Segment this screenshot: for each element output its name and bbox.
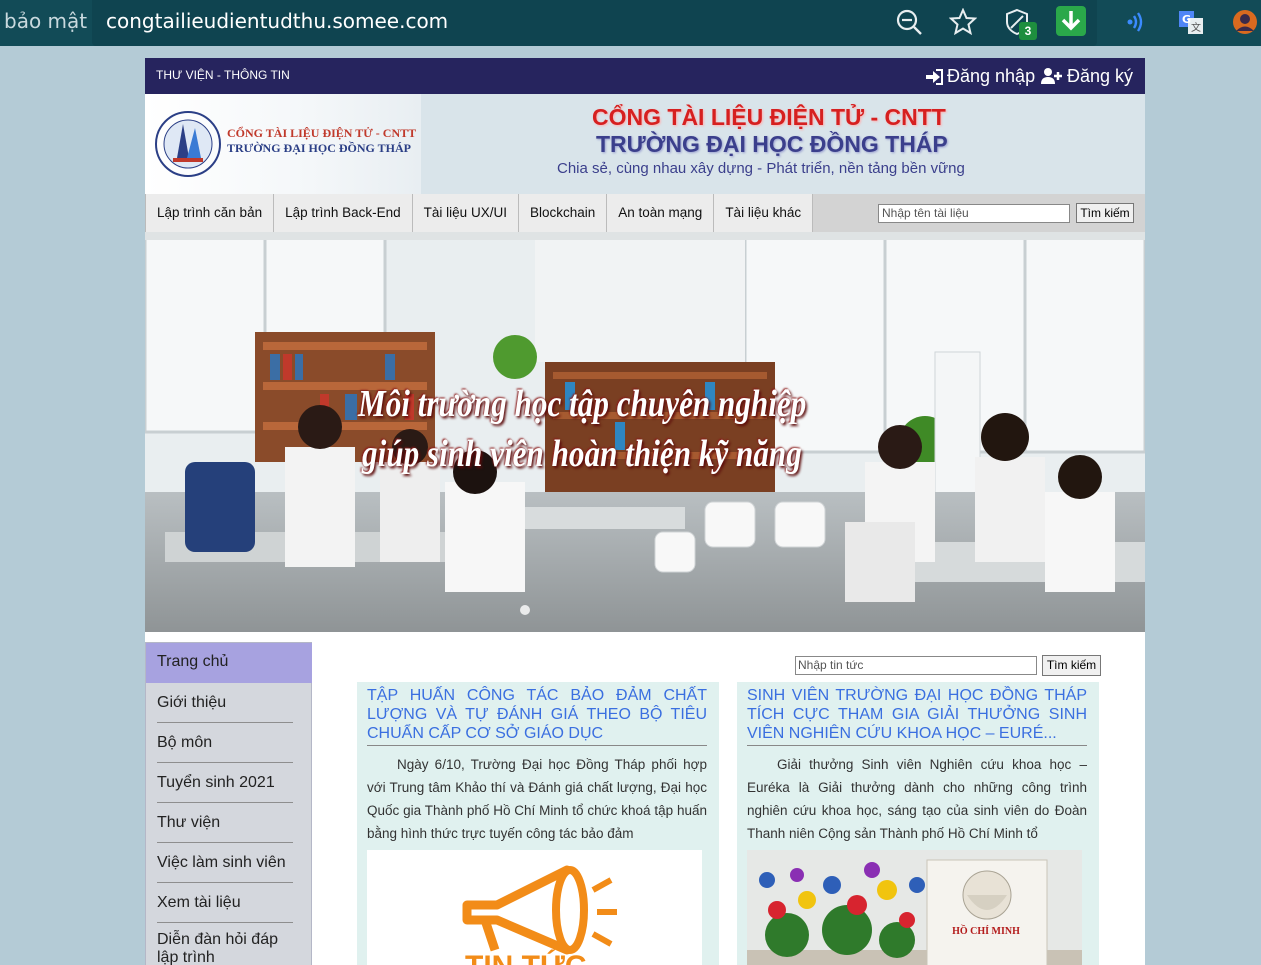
news-excerpt: Giải thưởng Sinh viên Nghiên cứu khoa họ…: [747, 757, 1087, 841]
news-card[interactable]: SINH VIÊN TRƯỜNG ĐẠI HỌC ĐỒNG THÁP TÍCH …: [737, 682, 1099, 965]
sidebar-item-forum[interactable]: Diễn đàn hỏi đáp lập trình: [157, 923, 293, 965]
login-link[interactable]: Đăng nhập: [925, 66, 1035, 87]
document-search-input[interactable]: Nhập tên tài liệu: [878, 204, 1070, 223]
sidebar-item-view-documents[interactable]: Xem tài liệu: [157, 883, 293, 923]
sidebar-item-about[interactable]: Giới thiệu: [157, 683, 293, 723]
svg-text:G: G: [1182, 13, 1191, 26]
nav-item-other-docs[interactable]: Tài liệu khác: [714, 194, 814, 232]
sidebar-item-admissions[interactable]: Tuyển sinh 2021: [157, 763, 293, 803]
nav-item-ux-ui[interactable]: Tài liệu UX/UI: [413, 194, 519, 232]
nav-item-basic-programming[interactable]: Lập trình căn bản: [145, 194, 275, 232]
book-cover-title: HỒ CHÍ MINH: [952, 926, 1020, 937]
top-bar: THƯ VIỆN - THÔNG TIN Đăng nhập Đăng ký: [145, 58, 1145, 94]
profile-avatar-icon[interactable]: [1231, 8, 1259, 36]
nav-item-network-security[interactable]: An toàn mạng: [607, 194, 715, 232]
login-label: Đăng nhập: [947, 66, 1036, 86]
hero-banner: Môi trường học tập chuyên nghiệp giúp si…: [145, 232, 1145, 632]
url-text: congtailieudientudthu.somee.com: [106, 9, 449, 33]
read-aloud-icon[interactable]: [1122, 8, 1150, 36]
download-icon[interactable]: [1056, 6, 1086, 36]
website-page: THƯ VIỆN - THÔNG TIN Đăng nhập Đăng ký C…: [145, 58, 1145, 965]
register-label: Đăng ký: [1067, 66, 1134, 86]
browser-address-bar: bảo mật congtailieudientudthu.somee.com …: [0, 0, 1261, 46]
nav-menu: Lập trình căn bản Lập trình Back-End Tài…: [145, 194, 814, 232]
site-subtitle: TRƯỜNG ĐẠI HỌC ĐỒNG THÁP: [596, 131, 948, 157]
logo-line1: CỔNG TÀI LIỆU ĐIỆN TỬ - CNTT: [227, 126, 417, 140]
logo-line2: TRƯỜNG ĐẠI HỌC ĐỒNG THÁP: [227, 141, 412, 155]
sidebar-item-library[interactable]: Thư viện: [157, 803, 293, 843]
site-header: CỔNG TÀI LIỆU ĐIỆN TỬ - CNTT TRƯỜNG ĐẠI …: [145, 94, 1145, 194]
security-label[interactable]: bảo mật: [4, 9, 87, 33]
news-excerpt: Ngày 6/10, Trường Đại học Đồng Tháp phối…: [367, 757, 707, 841]
banner-headline-line2: giúp sinh viên hoàn thiện kỹ năng: [362, 433, 802, 475]
login-icon: [926, 69, 943, 85]
sidebar-item-jobs[interactable]: Việc làm sinh viên: [157, 843, 293, 883]
zoom-out-icon[interactable]: [895, 8, 923, 36]
news-thumbnail[interactable]: TIN TỨC: [367, 850, 702, 965]
site-logo[interactable]: CỔNG TÀI LIỆU ĐIỆN TỬ - CNTT TRƯỜNG ĐẠI …: [145, 94, 421, 194]
site-slogan: Chia sẻ, cùng nhau xây dựng - Phát triển…: [557, 160, 965, 177]
news-search-button[interactable]: Tìm kiếm: [1042, 655, 1101, 676]
news-card[interactable]: TẬP HUẤN CÔNG TÁC BẢO ĐẢM CHẤT LƯỢNG VÀ …: [357, 682, 719, 965]
topbar-title: THƯ VIỆN - THÔNG TIN: [156, 68, 290, 82]
university-emblem-icon: [155, 111, 221, 177]
translate-icon[interactable]: G文: [1177, 8, 1205, 36]
site-title: CỔNG TÀI LIỆU ĐIỆN TỬ - CNTT: [592, 104, 946, 130]
banner-headline-line1: Môi trường học tập chuyên nghiệp: [358, 383, 807, 425]
extension-badge: 3: [1019, 22, 1037, 40]
main-nav: Lập trình căn bản Lập trình Back-End Tài…: [145, 194, 1145, 232]
bookmark-star-icon[interactable]: [949, 8, 977, 36]
document-search-button[interactable]: Tìm kiếm: [1076, 203, 1134, 223]
svg-text:文: 文: [1191, 21, 1201, 34]
flowers-and-book-photo: [747, 850, 1082, 965]
news-title[interactable]: SINH VIÊN TRƯỜNG ĐẠI HỌC ĐỒNG THÁP TÍCH …: [747, 686, 1087, 746]
url-input[interactable]: congtailieudientudthu.somee.com: [92, 0, 1097, 46]
nav-item-blockchain[interactable]: Blockchain: [519, 194, 608, 232]
nav-item-backend[interactable]: Lập trình Back-End: [274, 194, 413, 232]
megaphone-icon: [462, 865, 617, 955]
news-title[interactable]: TẬP HUẤN CÔNG TÁC BẢO ĐẢM CHẤT LƯỢNG VÀ …: [367, 686, 707, 746]
add-user-icon: [1041, 68, 1062, 84]
news-thumbnail[interactable]: HỒ CHÍ MINH: [747, 850, 1082, 965]
news-thumbnail-label: TIN TỨC: [465, 950, 587, 965]
sidebar-menu: Trang chủ Giới thiệu Bộ môn Tuyển sinh 2…: [145, 642, 312, 965]
sidebar-item-departments[interactable]: Bộ môn: [157, 723, 293, 763]
news-search-input[interactable]: Nhập tin tức: [795, 656, 1037, 675]
sidebar-item-home[interactable]: Trang chủ: [146, 643, 312, 683]
register-link[interactable]: Đăng ký: [1041, 66, 1133, 87]
